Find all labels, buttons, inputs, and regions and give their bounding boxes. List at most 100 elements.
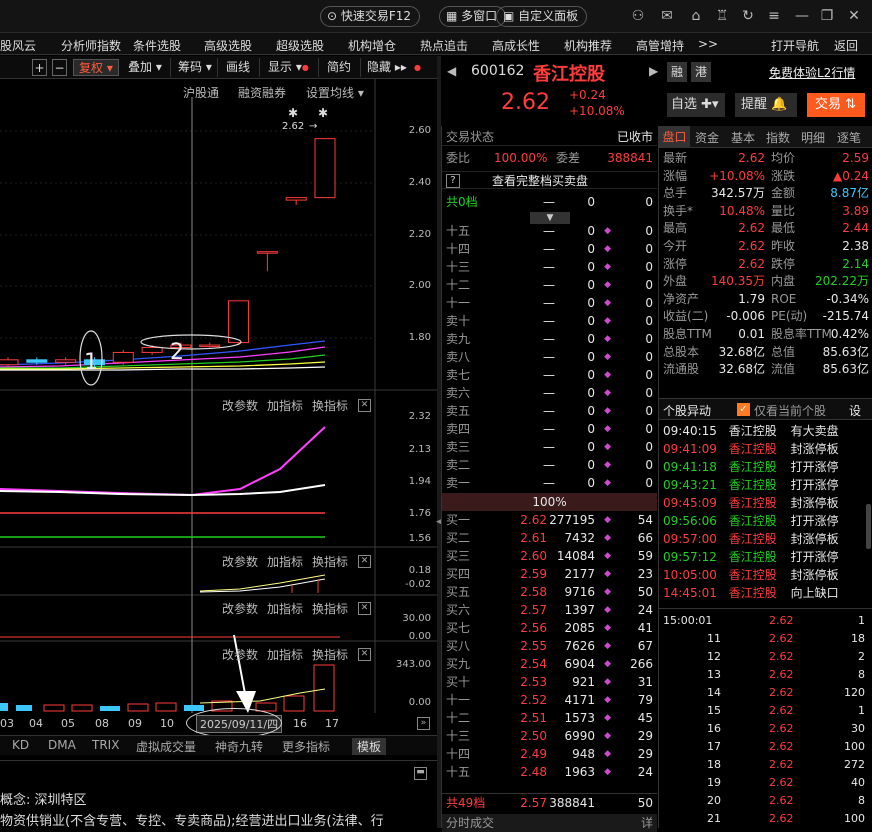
bid-row[interactable]: 买六 2.57 1397 ◆ 24 [442, 601, 657, 619]
tab-funds[interactable]: 资金 [695, 129, 719, 146]
ask-row[interactable]: 十二 — 0 ◆ 0 [442, 276, 657, 294]
bid-row[interactable]: 十一 2.52 4171 ◆ 79 [442, 691, 657, 709]
restore-icon[interactable]: ❐ [819, 8, 835, 24]
menu-item[interactable]: 热点追击 [420, 37, 468, 54]
close-panel-icon[interactable]: ✕ [358, 555, 371, 568]
scrollbar-thumb[interactable] [866, 504, 871, 549]
collapse-icon[interactable]: ▬ [414, 767, 427, 780]
add-indicator-button[interactable]: 加指标 [267, 397, 303, 414]
hsgt-label[interactable]: 沪股通 [183, 84, 219, 101]
alerts-settings-button[interactable]: 设 [849, 402, 861, 419]
close-panel-icon[interactable]: ✕ [358, 399, 371, 412]
bid-row[interactable]: 买一 2.62 277195 ◆ 54 [442, 511, 657, 529]
open-nav-button[interactable]: 打开导航 [771, 37, 819, 54]
switch-indicator-button[interactable]: 换指标 [312, 600, 348, 617]
ask-row[interactable]: 十一 — 0 ◆ 0 [442, 294, 657, 312]
tab-kd[interactable]: KD [12, 738, 29, 752]
tab-more-indicators[interactable]: 更多指标 [282, 738, 330, 755]
l2-trial-link[interactable]: 免费体验L2行情 [769, 64, 855, 81]
kline-chart-area[interactable]: 1 2 ✱ ✱ 2.62 → 沪股通 融资融券 设置均线 ▾ 2.60 2.40… [0, 79, 437, 713]
ask-row[interactable]: 十四 — 0 ◆ 0 [442, 240, 657, 258]
alert-item[interactable]: 09:43:21 香江控股 打开涨停 [663, 476, 839, 494]
bid-row[interactable]: 买十 2.53 921 ◆ 31 [442, 673, 657, 691]
quick-trade-button[interactable]: ⊙ 快速交易F12 [320, 6, 421, 27]
tab-index[interactable]: 指数 [766, 129, 790, 146]
ask-row[interactable]: 卖二 — 0 ◆ 0 [442, 456, 657, 474]
ask-row[interactable]: 卖十 — 0 ◆ 0 [442, 312, 657, 330]
menu-item[interactable]: 机构推荐 [564, 37, 612, 54]
mail-icon[interactable]: ✉ [659, 8, 675, 24]
tab-pankou[interactable]: 盘口 [659, 126, 690, 148]
detail-link[interactable]: 详 [641, 814, 653, 832]
tab-tick-by-tick[interactable]: 逐笔 [837, 129, 861, 146]
tab-magic-nine[interactable]: 神奇九转 [215, 738, 263, 755]
overlay-dropdown[interactable]: 叠加 ▾ [128, 59, 162, 76]
menu-item[interactable]: 股风云 [0, 37, 36, 54]
ask-row[interactable]: 卖七 — 0 ◆ 0 [442, 366, 657, 384]
edit-params-button[interactable]: 改参数 [222, 553, 258, 570]
tab-basic[interactable]: 基本 [731, 129, 755, 146]
menu-item[interactable]: 高级选股 [204, 37, 252, 54]
menu-item[interactable]: 机构增仓 [348, 37, 396, 54]
edit-params-button[interactable]: 改参数 [222, 600, 258, 617]
alert-item[interactable]: 09:41:18 香江控股 打开涨停 [663, 458, 839, 476]
alert-item[interactable]: 09:56:06 香江控股 打开涨停 [663, 512, 839, 530]
minimize-icon[interactable]: — [794, 8, 810, 24]
menu-item[interactable]: 超级选股 [276, 37, 324, 54]
alert-item[interactable]: 09:41:09 香江控股 封涨停板 [663, 440, 839, 458]
ask-row[interactable]: 卖九 — 0 ◆ 0 [442, 330, 657, 348]
ask-row[interactable]: 十五 — 0 ◆ 0 [442, 222, 657, 240]
alert-item[interactable]: 09:57:12 香江控股 打开涨停 [663, 548, 839, 566]
menu-more[interactable]: >> [698, 37, 718, 51]
full-book-link[interactable]: ? 查看完整档买卖盘 [442, 171, 657, 189]
back-button[interactable]: 返回 [834, 37, 858, 54]
user-icon[interactable]: ⚇ [630, 8, 646, 24]
add-indicator-button[interactable]: 加指标 [267, 553, 303, 570]
home-icon[interactable]: ⌂ [688, 8, 704, 24]
zoom-out-button[interactable]: − [52, 59, 67, 76]
hide-button[interactable]: 隐藏 ▸▸ [367, 59, 407, 76]
alert-item[interactable]: 10:05:00 香江控股 封涨停板 [663, 566, 839, 584]
ask-row[interactable]: 卖八 — 0 ◆ 0 [442, 348, 657, 366]
bid-row[interactable]: 买九 2.54 6904 ◆ 266 [442, 655, 657, 673]
bid-row[interactable]: 十五 2.48 1963 ◆ 24 [442, 763, 657, 781]
bid-row[interactable]: 十四 2.49 948 ◆ 29 [442, 745, 657, 763]
brief-button[interactable]: 简约 [327, 59, 351, 76]
display-dropdown[interactable]: 显示 ▾● [268, 59, 309, 76]
trade-button[interactable]: 交易 ⇅ [807, 93, 865, 117]
close-icon[interactable]: ✕ [846, 8, 862, 24]
ask-row[interactable]: 卖四 — 0 ◆ 0 [442, 420, 657, 438]
alert-item[interactable]: 09:40:15 香江控股 有大卖盘 [663, 422, 839, 440]
refresh-icon[interactable]: ↻ [740, 8, 756, 24]
menu-item[interactable]: 分析师指数 [61, 37, 121, 54]
tab-template[interactable]: 模板 [352, 738, 387, 755]
switch-indicator-button[interactable]: 换指标 [312, 397, 348, 414]
zoom-in-button[interactable]: + [32, 59, 47, 76]
tab-virtual-volume[interactable]: 虚拟成交量 [136, 738, 196, 755]
switch-indicator-button[interactable]: 换指标 [312, 646, 348, 663]
tab-trix[interactable]: TRIX [92, 738, 119, 752]
chips-button[interactable]: 筹码 ▾ [178, 59, 212, 76]
next-stock-icon[interactable]: ▶ [649, 64, 658, 78]
alert-item[interactable]: 09:45:09 香江控股 封涨停板 [663, 494, 839, 512]
kline-chart-svg[interactable]: 1 2 ✱ ✱ 2.62 → [0, 79, 437, 713]
bid-row[interactable]: 买八 2.55 7626 ◆ 67 [442, 637, 657, 655]
tab-detail[interactable]: 明细 [801, 129, 825, 146]
add-indicator-button[interactable]: 加指标 [267, 600, 303, 617]
only-current-checkbox[interactable]: ✓ [737, 403, 750, 416]
expand-right-icon[interactable]: » [417, 717, 430, 730]
tab-dma[interactable]: DMA [48, 738, 76, 752]
menu-icon[interactable]: ≡ [766, 8, 782, 24]
menu-item[interactable]: 高成长性 [492, 37, 540, 54]
edit-params-button[interactable]: 改参数 [222, 397, 258, 414]
alert-item[interactable]: 09:57:00 香江控股 封涨停板 [663, 530, 839, 548]
switch-indicator-button[interactable]: 换指标 [312, 553, 348, 570]
set-ma-dropdown[interactable]: 设置均线 ▾ [306, 84, 364, 101]
bid-row[interactable]: 买五 2.58 9716 ◆ 50 [442, 583, 657, 601]
edit-params-button[interactable]: 改参数 [222, 646, 258, 663]
ask-row[interactable]: 卖五 — 0 ◆ 0 [442, 402, 657, 420]
add-indicator-button[interactable]: 加指标 [267, 646, 303, 663]
bid-row[interactable]: 买四 2.59 2177 ◆ 23 [442, 565, 657, 583]
bid-row[interactable]: 十二 2.51 1573 ◆ 45 [442, 709, 657, 727]
menu-item[interactable]: 条件选股 [133, 37, 181, 54]
